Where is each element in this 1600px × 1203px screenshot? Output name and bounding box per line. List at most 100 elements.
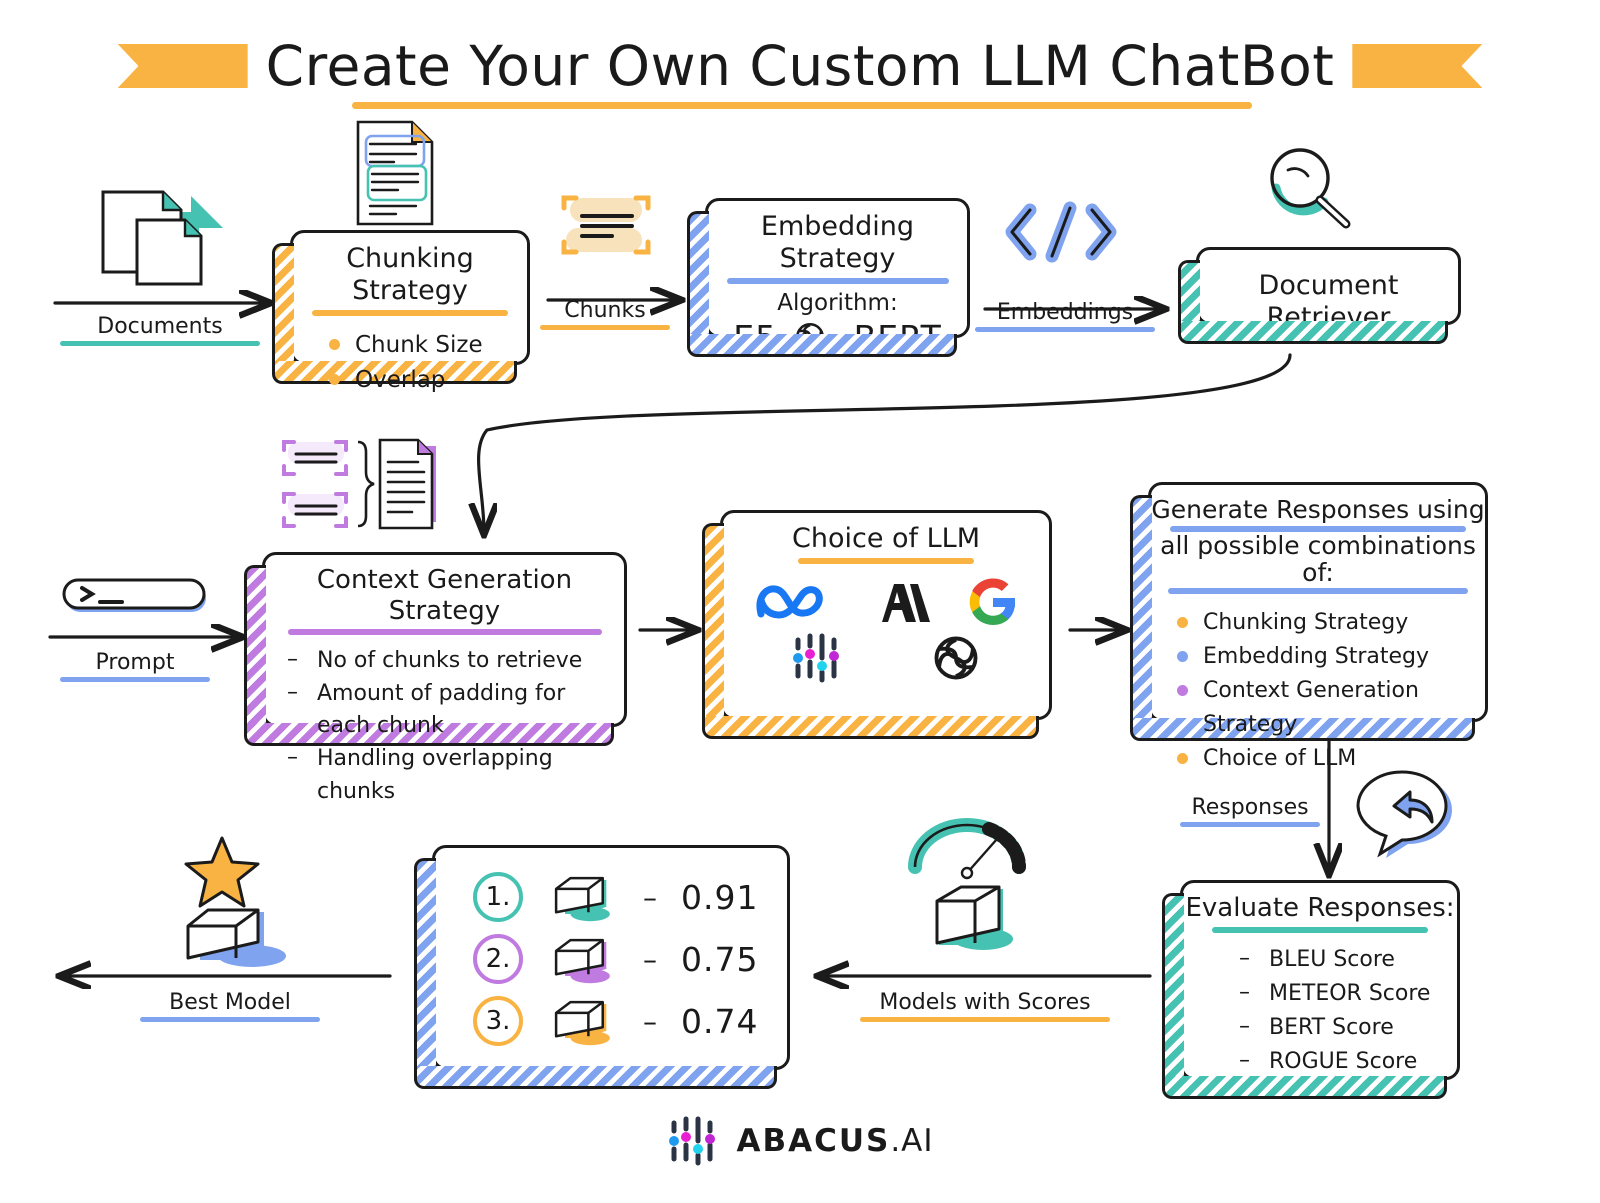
card-title-line-1: Generate Responses using — [1151, 495, 1485, 524]
magnifier-icon — [1258, 140, 1368, 232]
best-model-icon — [160, 830, 310, 970]
footer-brand: ABACUS.AI — [0, 1115, 1600, 1167]
ribbon-left-icon — [117, 44, 248, 88]
list-item: Chunk Size — [329, 328, 527, 364]
card-context-generation-strategy[interactable]: Context Generation Strategy No of chunks… — [244, 552, 627, 804]
list-item: Embedding Strategy — [1177, 640, 1485, 674]
page-title: Create Your Own Custom LLM ChatBot — [265, 34, 1335, 98]
gauge-and-model-icon — [905, 815, 1035, 955]
list-item: Amount of padding for each chunk — [287, 677, 624, 743]
list-item: ROGUE Score — [1239, 1044, 1457, 1079]
card-generate-responses[interactable]: Generate Responses using all possible co… — [1130, 482, 1488, 771]
card-title: Choice of LLM — [791, 523, 980, 554]
title-underline — [287, 629, 602, 636]
title-underline — [798, 557, 974, 564]
brand-primary: ABACUS — [736, 1123, 891, 1159]
algorithm-subtitle: Algorithm: — [777, 289, 898, 316]
code-brackets-icon — [1000, 198, 1122, 266]
list-item: No of chunks to retrieve — [287, 644, 624, 678]
card-model-scores[interactable]: 1. – 0.91 2. – 0.75 3. – 0.74 — [414, 845, 790, 1089]
generate-items: Chunking Strategy Embedding Strategy Con… — [1151, 606, 1485, 776]
list-item: Chunking Strategy — [1177, 606, 1485, 640]
score-row: 2. – 0.75 — [473, 928, 787, 990]
page-header: Create Your Own Custom LLM ChatBot — [0, 18, 1600, 114]
list-item: Context Generation Strategy — [1177, 674, 1485, 742]
card-embedding-strategy[interactable]: Embedding Strategy Algorithm: E5, , BERT — [687, 198, 970, 357]
title-underline — [312, 309, 508, 316]
ribbon-right-icon — [1352, 44, 1483, 88]
list-item: METEOR Score — [1239, 976, 1457, 1011]
card-shadow-bottom — [1178, 321, 1448, 344]
llm-logo-row-2 — [723, 632, 1049, 684]
evaluate-items: BLEU Score METEOR Score BERT Score ROGUE… — [1183, 942, 1457, 1079]
score-row: 3. – 0.74 — [473, 990, 787, 1052]
list-item: BERT Score — [1239, 1010, 1457, 1045]
model-cube-icon — [554, 938, 610, 984]
chunks-to-document-icon — [276, 436, 446, 538]
score-value: 0.91 — [681, 877, 759, 917]
rank-badge: 2. — [473, 934, 523, 984]
list-item: Overlap — [329, 363, 527, 399]
abacus-logo-icon — [669, 1116, 716, 1166]
card-evaluate-responses[interactable]: Evaluate Responses: BLEU Score METEOR Sc… — [1162, 880, 1460, 1099]
score-value: 0.75 — [681, 939, 759, 979]
title-underline-2 — [1168, 587, 1468, 594]
abacus-logo-icon — [793, 633, 839, 683]
title-underline — [352, 102, 1252, 109]
label-responses: Responses — [1180, 795, 1320, 827]
score-row: 1. – 0.91 — [473, 866, 787, 928]
label-embeddings: Embeddings — [975, 300, 1155, 332]
card-choice-of-llm[interactable]: Choice of LLM — [702, 510, 1052, 739]
label-models-with-scores: Models with Scores — [860, 990, 1110, 1022]
list-item: BLEU Score — [1239, 942, 1457, 977]
prompt-terminal-icon — [62, 578, 210, 618]
model-cube-icon — [554, 876, 610, 922]
chunks-icon — [556, 190, 656, 262]
card-shadow-left — [687, 211, 709, 345]
google-logo-icon — [969, 578, 1015, 625]
chunked-document-icon — [352, 118, 438, 228]
card-shadow-left — [414, 858, 436, 1077]
card-shadow-left — [272, 243, 294, 372]
score-dash: – — [643, 1004, 657, 1038]
card-title: Chunking Strategy — [346, 243, 474, 306]
score-value: 0.74 — [681, 1001, 759, 1041]
card-shadow-left — [1162, 893, 1184, 1087]
rank-badge: 1. — [473, 872, 523, 922]
title-underline — [726, 277, 949, 284]
score-dash: – — [643, 880, 657, 914]
context-items: No of chunks to retrieve Amount of paddi… — [265, 644, 624, 808]
llm-logo-row-1 — [723, 578, 1049, 626]
anthropic-logo-icon — [881, 583, 930, 622]
chunking-items: Chunk Size Overlap — [293, 328, 527, 399]
model-cube-icon — [554, 1000, 610, 1046]
card-title: Evaluate Responses: — [1185, 893, 1455, 923]
reply-bubble-icon — [1352, 768, 1464, 866]
meta-logo-icon — [756, 585, 824, 619]
card-title-line-2: all possible combinations of: — [1160, 530, 1476, 587]
card-shadow-bottom — [702, 716, 1039, 739]
documents-icon — [95, 188, 230, 288]
card-shadow-left — [244, 565, 266, 734]
title-underline — [1212, 926, 1428, 933]
label-best-model: Best Model — [140, 990, 320, 1022]
label-chunks: Chunks — [540, 298, 670, 330]
card-shadow-bottom — [1162, 1076, 1447, 1099]
scores-list: 1. – 0.91 2. – 0.75 3. – 0.74 — [435, 848, 787, 1052]
card-title: Context Generation Strategy — [316, 565, 573, 626]
brand-suffix: .AI — [890, 1123, 934, 1159]
score-dash: – — [643, 942, 657, 976]
card-document-retriever[interactable]: Document Retriever — [1178, 247, 1461, 344]
card-title: Embedding Strategy — [760, 211, 915, 274]
card-chunking-strategy[interactable]: Chunking Strategy Chunk Size Overlap — [272, 230, 530, 393]
card-shadow-bottom — [687, 334, 957, 357]
rank-badge: 3. — [473, 996, 523, 1046]
label-prompt: Prompt — [60, 650, 210, 682]
openai-logo-icon — [934, 636, 978, 680]
card-shadow-left — [702, 523, 724, 727]
brand-name: ABACUS.AI — [736, 1123, 933, 1159]
list-item: Handling overlapping chunks — [287, 742, 624, 808]
label-documents: Documents — [60, 314, 260, 346]
card-shadow-bottom — [414, 1066, 777, 1089]
card-shadow-left — [1130, 495, 1152, 729]
